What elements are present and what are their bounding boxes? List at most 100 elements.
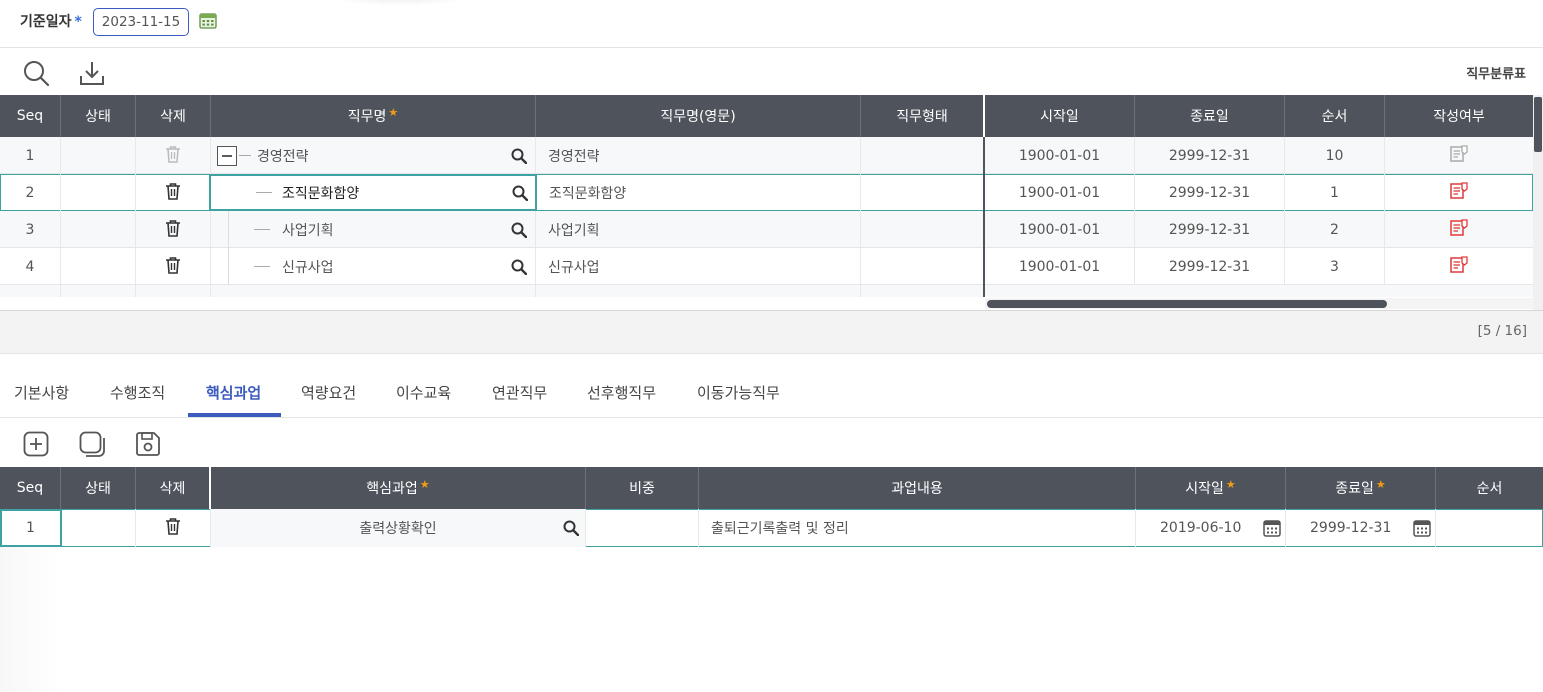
col-end-date[interactable]: 종료일 ★ [1286,467,1436,509]
col-delete[interactable]: 삭제 [136,95,211,137]
horizontal-scrollbar[interactable] [985,298,1533,309]
vertical-scrollbar[interactable] [1533,95,1543,310]
vertical-scroll-thumb[interactable] [1534,97,1542,152]
weight-cell[interactable] [586,509,699,547]
job-name-en-cell[interactable]: 사업기획 [536,211,861,248]
tree-guide [228,248,229,285]
document-edit-icon-red[interactable] [1450,218,1468,241]
tab-core-tasks[interactable]: 핵심과업 [206,382,261,403]
col-status[interactable]: 상태 [61,95,136,137]
add-icon[interactable] [23,431,49,457]
calendar-icon[interactable] [1413,519,1431,541]
end-date-cell[interactable]: 2999-12-31 [1135,211,1285,248]
end-date-cell[interactable]: 2999-12-31 [1286,509,1436,547]
col-seq[interactable]: Seq [0,467,61,509]
task-content-cell[interactable]: 출퇴근기록출력 및 정리 [699,509,1136,547]
trash-icon[interactable] [165,182,181,204]
core-task-cell[interactable]: 출력상황확인 [211,509,586,547]
job-type-cell[interactable] [861,285,985,297]
tab-transferable-jobs[interactable]: 이동가능직무 [697,382,780,403]
col-job-type[interactable]: 직무형태 [861,95,985,137]
tree-line [254,229,270,230]
job-name-en-cell[interactable]: 경영전략 [536,137,861,174]
col-start-date[interactable]: 시작일 [985,95,1135,137]
trash-icon[interactable] [165,219,181,241]
col-weight[interactable]: 비중 [586,467,699,509]
table-row[interactable]: 4 신규사업 신규사업 1900-01-01 2999-12-31 3 [0,248,1533,285]
trash-icon[interactable] [165,517,181,539]
search-icon[interactable] [563,520,580,540]
col-order[interactable]: 순서 [1285,95,1385,137]
save-icon[interactable] [135,431,161,457]
calendar-icon[interactable] [1263,519,1281,541]
start-date-cell[interactable]: 2019-06-10 [1136,509,1286,547]
tab-basic-info[interactable]: 기본사항 [14,382,69,403]
order-cell[interactable]: 3 [1285,248,1385,285]
end-date-cell[interactable]: 2999-12-31 [1135,174,1285,211]
order-cell[interactable]: 10 [1285,137,1385,174]
tab-competency[interactable]: 역량요건 [301,382,356,403]
calendar-icon[interactable] [199,12,217,29]
search-icon[interactable] [22,59,50,87]
job-type-cell[interactable] [861,248,985,285]
job-name-en-cell[interactable]: 조직문화함양 [537,174,861,211]
document-edit-icon-red[interactable] [1450,255,1468,278]
col-end-date[interactable]: 종료일 [1135,95,1285,137]
core-task-grid: Seq 상태 삭제 핵심과업 ★ 비중 과업내용 시작일 ★ 종료일 ★ 순서 1 출… [0,467,1543,557]
col-task-content[interactable]: 과업내용 [699,467,1136,509]
col-written[interactable]: 작성여부 [1385,95,1533,137]
copy-icon[interactable] [79,431,107,459]
search-icon[interactable] [511,148,528,168]
col-seq[interactable]: Seq [0,95,61,137]
col-delete[interactable]: 삭제 [136,467,211,509]
job-name-cell[interactable] [211,285,536,297]
search-icon[interactable] [512,185,529,205]
job-name-text: 경영전략 [257,148,309,165]
table-row-selected[interactable]: 1 출력상황확인 출퇴근기록출력 및 정리 2019-06-10 2999-12… [0,509,1543,547]
download-icon[interactable] [78,59,106,87]
job-name-cell[interactable]: 사업기획 [211,211,536,248]
delete-cell [136,285,211,297]
job-type-cell[interactable] [861,211,985,248]
document-edit-icon-gray[interactable] [1450,144,1468,167]
start-date-cell[interactable]: 1900-01-01 [985,211,1135,248]
col-core-task[interactable]: 핵심과업 ★ [211,467,586,509]
table-row[interactable]: 1 경영전략 경영전략 1900-01-01 2999-12-31 10 [0,137,1533,174]
order-cell[interactable]: 2 [1285,211,1385,248]
table-row[interactable]: 3 사업기획 사업기획 1900-01-01 2999-12-31 2 [0,211,1533,248]
order-cell[interactable] [1436,509,1543,547]
col-status[interactable]: 상태 [61,467,136,509]
job-type-cell[interactable] [861,174,985,211]
order-cell[interactable]: 1 [1285,174,1385,211]
tab-performing-org[interactable]: 수행조직 [110,382,165,403]
start-date-cell[interactable]: 1900-01-01 [985,174,1135,211]
search-icon[interactable] [511,259,528,279]
job-name-cell-active[interactable]: 조직문화함양 [209,174,537,211]
col-order[interactable]: 순서 [1436,467,1543,509]
tab-related-jobs[interactable]: 연관직무 [492,382,547,403]
job-classification-label[interactable]: 직무분류표 [1466,63,1526,82]
job-name-en-cell[interactable] [536,285,861,297]
start-date-cell[interactable]: 1900-01-01 [985,248,1135,285]
base-date-input[interactable]: 2023-11-15 [93,8,189,36]
table-row-selected[interactable]: 2 조직문화함양 조직문화함양 1900-01-01 2999-12-31 1 [0,174,1533,211]
required-star-icon: ★ [1225,477,1236,491]
tab-training[interactable]: 이수교육 [396,382,451,403]
document-edit-icon-red[interactable] [1450,181,1468,204]
search-icon[interactable] [511,222,528,242]
job-name-cell[interactable]: 신규사업 [211,248,536,285]
job-name-en-cell[interactable]: 신규사업 [536,248,861,285]
col-start-date[interactable]: 시작일 ★ [1136,467,1286,509]
col-job-name[interactable]: 직무명 ★ [211,95,536,137]
trash-icon[interactable] [165,256,181,278]
end-date-cell[interactable]: 2999-12-31 [1135,248,1285,285]
start-date-cell[interactable]: 1900-01-01 [985,137,1135,174]
col-job-name-en[interactable]: 직무명(영문) [536,95,861,137]
job-type-cell[interactable] [861,137,985,174]
horizontal-scroll-thumb[interactable] [987,300,1387,308]
job-name-cell[interactable]: 경영전략 [211,137,536,174]
tree-collapse-icon[interactable] [217,145,237,166]
end-date-cell[interactable]: 2999-12-31 [1135,137,1285,174]
table-row[interactable] [0,285,1533,297]
tab-pre-post-jobs[interactable]: 선후행직무 [587,382,656,403]
